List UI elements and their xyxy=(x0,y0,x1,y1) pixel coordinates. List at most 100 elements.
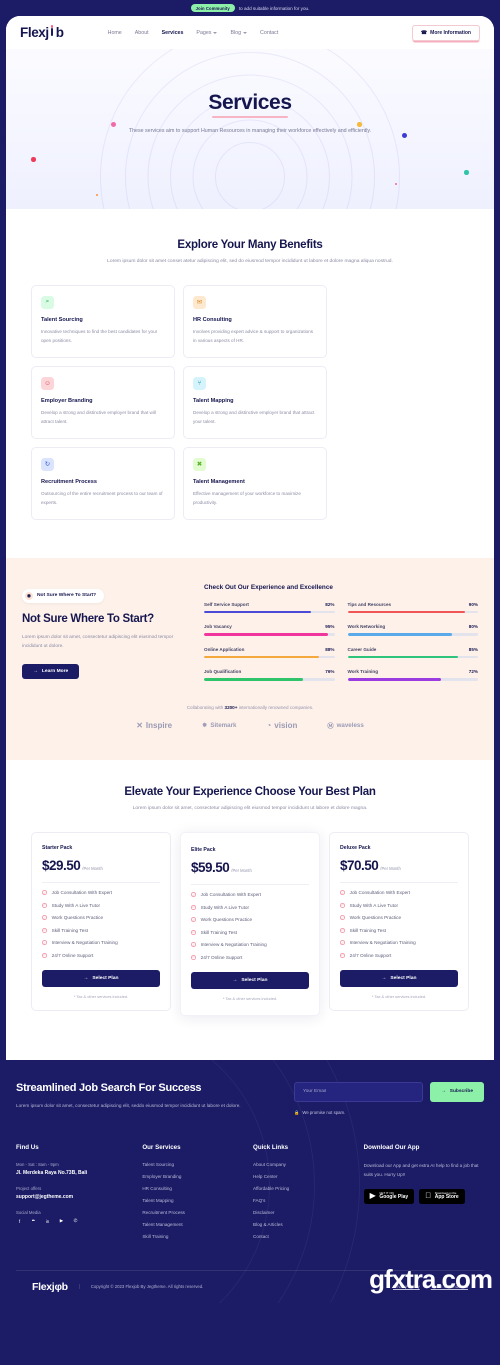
footer-link[interactable]: Blog & Articles xyxy=(253,1222,358,1227)
brand-label: Inspire xyxy=(145,720,173,730)
address: Jl. Merdeka Raya No.73B, Bali xyxy=(16,1169,88,1176)
skill-value: 88% xyxy=(325,646,335,652)
benefits-subtitle: Lorem ipsum dolor sit amet conset atetur… xyxy=(107,259,393,264)
footer-link[interactable]: HR Consulting xyxy=(142,1186,247,1191)
select-plan-button[interactable]: → Select Plan xyxy=(191,971,309,989)
feature-label: 24/7 Online Support xyxy=(200,954,243,960)
benefit-desc: Develop a strong and distinctive employe… xyxy=(41,409,156,424)
feature-label: Job Consultation With Expert xyxy=(200,892,262,898)
skill-value: 80% xyxy=(468,624,478,630)
skill-track xyxy=(347,678,478,681)
footer-link[interactable]: Affordable Pricing xyxy=(253,1186,358,1191)
plan-period: /Per Month xyxy=(380,865,401,871)
inspire-icon: ✕ xyxy=(136,720,143,730)
plan-amount: $59.50 xyxy=(191,859,230,875)
footer-link[interactable]: Help Center xyxy=(253,1174,358,1179)
plan-name: Elite Pack xyxy=(191,846,216,853)
pricing-card-deluxe[interactable]: Deluxe Pack $70.50 /Per Month ✓ Job Consu… xyxy=(329,831,469,1011)
nav-item-home[interactable]: Home xyxy=(108,30,122,36)
footer-logo[interactable]: Flexjφb xyxy=(32,1281,68,1293)
plan-feature: ✓ Interview & Negotiation Training xyxy=(191,942,309,947)
deco-dot-teal xyxy=(464,170,469,175)
footer-link[interactable]: Recruitment Process xyxy=(142,1210,247,1215)
pricing-card-starter[interactable]: Starter Pack $29.50 /Per Month ✓ Job Cons… xyxy=(31,831,171,1011)
plan-feature: ✓ Work Questions Practice xyxy=(340,915,458,920)
check-circle-icon: ✓ xyxy=(191,942,196,948)
email-field[interactable] xyxy=(294,1081,423,1102)
pricing-section: Elevate Your Experience Choose Your Best… xyxy=(6,759,494,1060)
top-navigation: Flexj b Home About Services Pages Blog Co… xyxy=(6,16,494,49)
vision-icon: ◔ xyxy=(266,720,272,730)
footer-link[interactable]: Skill Training xyxy=(142,1234,247,1239)
select-plan-label: Select Plan xyxy=(241,977,268,983)
benefit-card[interactable]: ⑂ Talent Mapping Develop a strong and di… xyxy=(183,365,327,439)
site-logo[interactable]: Flexj b xyxy=(20,25,64,40)
linkedin-icon[interactable]: in xyxy=(44,1218,51,1225)
benefit-card-grid: ⌕ Talent Sourcing Innovative techniques … xyxy=(6,284,494,520)
nav-item-pages[interactable]: Pages xyxy=(196,30,218,36)
footer-logo-left: Flexj xyxy=(32,1280,55,1293)
check-circle-icon: ✓ xyxy=(340,940,345,946)
select-plan-button[interactable]: → Select Plan xyxy=(340,969,458,987)
youtube-icon[interactable]: ▶ xyxy=(58,1218,65,1225)
skill-value: 82% xyxy=(325,601,335,607)
skill-track xyxy=(204,678,335,681)
collaboration-text: Collaborating with 3200+ internationally… xyxy=(6,705,494,710)
arrow-right-icon: → xyxy=(33,668,38,674)
benefit-card[interactable]: ↻ Recruitment Process Outsourcing of the… xyxy=(31,446,175,520)
nav-item-services[interactable]: Services xyxy=(162,30,184,36)
feature-label: Study With A Live Tutor xyxy=(51,902,101,908)
feature-label: Study With A Live Tutor xyxy=(349,902,399,908)
newsletter-title: Streamlined Job Search For Success xyxy=(16,1081,202,1094)
skill-fill xyxy=(204,633,328,636)
footer-link[interactable]: Employer Branding xyxy=(142,1174,247,1179)
subscribe-label: Subscribe xyxy=(449,1089,473,1095)
skill-label: Job Qualification xyxy=(204,669,242,675)
footer-link[interactable]: Talent Mapping xyxy=(142,1198,247,1203)
nav-links: Home About Services Pages Blog Contact xyxy=(108,30,279,36)
facebook-icon[interactable]: f xyxy=(16,1218,23,1225)
footer-link[interactable]: Contact xyxy=(253,1234,358,1239)
logo-text-left: Flexj xyxy=(20,25,49,40)
app-store-badge[interactable]:  Download on theApp Store xyxy=(419,1188,465,1204)
more-information-button[interactable]: ☎ More Information xyxy=(411,24,480,41)
footer-link[interactable]: About Company xyxy=(253,1162,358,1167)
contact-email[interactable]: support@jegtheme.com xyxy=(16,1194,136,1200)
benefits-title: Explore Your Many Benefits xyxy=(177,239,323,251)
check-circle-icon: ✓ xyxy=(191,892,196,898)
footer-link[interactable]: Talent Sourcing xyxy=(142,1162,247,1167)
subscribe-button[interactable]: → Subscribe xyxy=(430,1081,484,1102)
nav-item-about[interactable]: About xyxy=(135,30,149,36)
join-community-button[interactable]: Join Community xyxy=(190,3,235,13)
benefit-card[interactable]: ☺ Employer Branding Develop a strong and… xyxy=(31,365,175,439)
pricing-plans: Starter Pack $29.50 /Per Month ✓ Job Cons… xyxy=(6,831,494,1016)
footer-col-title: Download Our App xyxy=(363,1143,420,1151)
footer-link[interactable]: FAQ's xyxy=(253,1198,358,1203)
benefit-card[interactable]: ⌕ Talent Sourcing Innovative techniques … xyxy=(31,284,175,358)
plan-feature: ✓ Study With A Live Tutor xyxy=(340,903,458,908)
skill-bars: Self Service Support 82% Tips and Resourc… xyxy=(204,602,478,681)
benefit-card[interactable]: ✖ Talent Management Effective management… xyxy=(183,446,327,520)
skill-fill xyxy=(347,655,459,659)
footer-link[interactable]: Disclaimer xyxy=(253,1210,358,1215)
learn-more-button[interactable]: → Learn More xyxy=(22,663,80,679)
badge-label: Not Sure Where To Start? xyxy=(37,593,97,599)
twitter-icon[interactable]: ✒ xyxy=(30,1218,37,1225)
apple-icon:  xyxy=(425,1192,431,1200)
check-circle-icon: ✓ xyxy=(191,954,196,960)
plan-period: /Per Month xyxy=(231,867,252,873)
feature-label: Job Consultation With Expert xyxy=(349,890,411,896)
nav-item-contact[interactable]: Contact xyxy=(260,30,278,36)
arrow-right-icon: → xyxy=(83,975,89,981)
select-plan-button[interactable]: → Select Plan xyxy=(42,969,160,987)
whatsapp-icon[interactable]: ✆ xyxy=(72,1218,79,1225)
chevron-down-icon xyxy=(213,31,218,34)
benefit-card[interactable]: ✉ HR Consulting Involves providing exper… xyxy=(183,284,327,358)
google-play-badge[interactable]: ▶ GET IT ON Google Play xyxy=(363,1188,415,1204)
nav-item-blog[interactable]: Blog xyxy=(230,30,248,36)
hero-section: Services These services aim to support H… xyxy=(6,49,494,209)
logo-text-right: b xyxy=(55,25,64,40)
pricing-card-elite[interactable]: Elite Pack $59.50 /Per Month ✓ Job Consul… xyxy=(180,831,320,1016)
footer-link[interactable]: Talent Management xyxy=(142,1222,247,1227)
announcement-text: to add suitable information for you. xyxy=(238,5,310,11)
